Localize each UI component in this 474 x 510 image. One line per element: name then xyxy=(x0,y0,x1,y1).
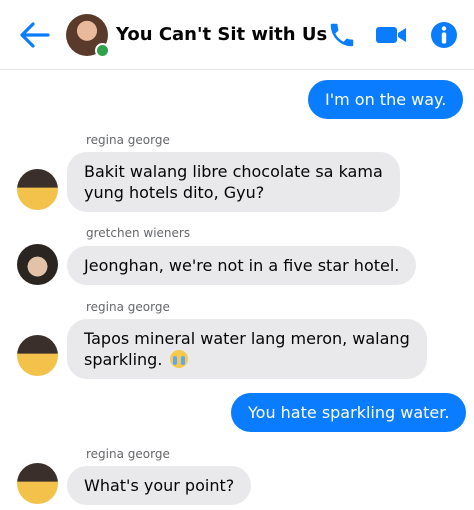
avatar[interactable] xyxy=(17,335,58,376)
online-status-indicator xyxy=(95,43,110,58)
chat-header: You Can't Sit with Us xyxy=(0,0,474,70)
incoming-message[interactable]: What's your point? xyxy=(67,466,252,505)
outgoing-message[interactable]: I'm on the way. xyxy=(308,80,464,119)
incoming-message[interactable]: Bakit walang libre chocolate sa kama yun… xyxy=(67,152,400,212)
arrow-left-icon[interactable] xyxy=(18,20,52,50)
info-icon[interactable] xyxy=(430,20,458,50)
outgoing-message[interactable]: You hate sparkling water. xyxy=(231,393,467,432)
message-line: yung hotels dito, Gyu? xyxy=(84,183,265,202)
avatar[interactable] xyxy=(17,244,58,285)
group-avatar[interactable] xyxy=(66,14,110,58)
message-line: Tapos mineral water lang meron, walang xyxy=(84,329,410,348)
sender-name: gretchen wieners xyxy=(86,226,191,240)
message-line: Bakit walang libre chocolate sa kama xyxy=(84,162,383,181)
message-line: sparkling. xyxy=(84,350,163,369)
chat-title[interactable]: You Can't Sit with Us xyxy=(116,24,327,45)
message-list[interactable]: I'm on the way. regina george Bakit wala… xyxy=(0,71,474,510)
sender-name: regina george xyxy=(86,300,170,314)
sender-name: regina george xyxy=(86,133,170,147)
phone-icon[interactable] xyxy=(327,20,357,50)
incoming-message[interactable]: Jeonghan, we're not in a five star hotel… xyxy=(67,246,417,285)
crying-face-emoji xyxy=(169,350,188,368)
sender-name: regina george xyxy=(86,447,170,461)
avatar[interactable] xyxy=(17,463,58,504)
video-camera-icon[interactable] xyxy=(374,20,408,50)
message-line-2: sparkling. xyxy=(84,349,410,370)
incoming-message[interactable]: Tapos mineral water lang meron, walang s… xyxy=(67,319,427,379)
avatar[interactable] xyxy=(17,169,58,210)
